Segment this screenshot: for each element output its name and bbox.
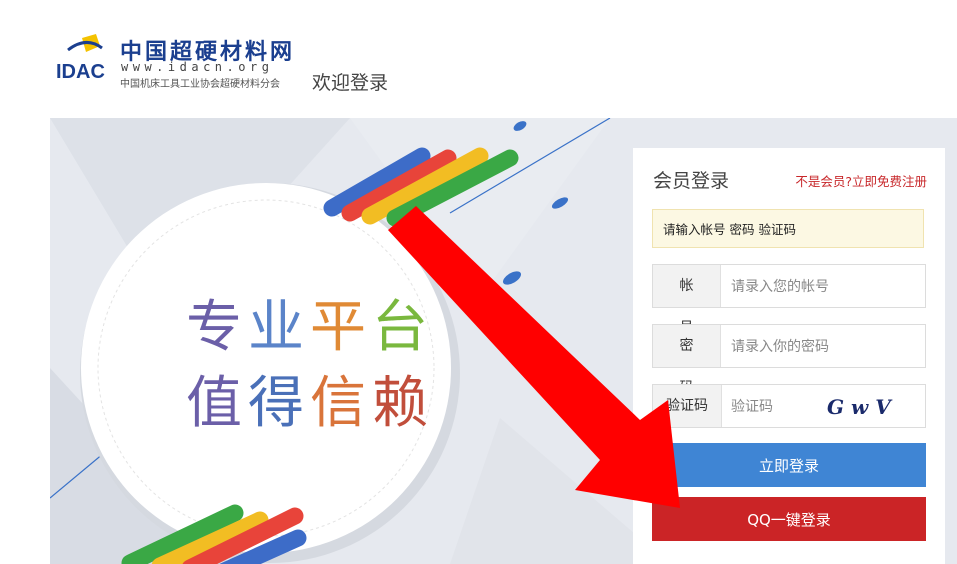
password-label: 密码: [653, 325, 721, 396]
register-link[interactable]: 不是会员?立即免费注册: [795, 171, 927, 190]
login-notice: 请输入帐号 密码 验证码: [652, 209, 924, 248]
slogan-char: 平: [310, 295, 372, 360]
qq-login-button[interactable]: QQ一键登录: [652, 497, 926, 541]
captcha-field: 验证码 G w V: [652, 384, 926, 429]
slogan-line-1: 专业平台: [186, 290, 434, 366]
slogan-char: 专: [186, 295, 248, 360]
captcha-input[interactable]: [723, 385, 819, 429]
idac-logo-icon[interactable]: IDAC: [56, 32, 112, 84]
welcome-text: 欢迎登录: [312, 72, 389, 94]
slogan: 专业平台 值得信赖: [186, 290, 434, 442]
captcha-image[interactable]: G w V: [819, 390, 919, 422]
slogan-char: 业: [248, 295, 310, 360]
login-button[interactable]: 立即登录: [652, 443, 926, 487]
organization-name: 中国机床工具工业协会超硬材料分会: [120, 79, 280, 90]
brand-url: www.idacn.org: [121, 60, 274, 74]
site-header: IDAC 中国超硬材料网 www.idacn.org 中国机床工具工业协会超硬材…: [0, 0, 957, 118]
slogan-char: 值: [186, 371, 248, 436]
password-input[interactable]: [723, 325, 929, 369]
slogan-char: 信: [310, 371, 372, 436]
slogan-line-2: 值得信赖: [186, 366, 434, 442]
account-field: 帐号: [652, 264, 929, 336]
slogan-char: 得: [248, 371, 310, 436]
slogan-char: 台: [372, 295, 434, 360]
captcha-text: G w V: [827, 395, 893, 419]
slogan-char: 赖: [372, 371, 434, 436]
password-field: 密码: [652, 324, 929, 396]
account-label: 帐号: [653, 265, 721, 336]
logo-text: IDAC: [56, 61, 105, 83]
login-title: 会员登录: [653, 170, 730, 192]
login-panel: 会员登录 不是会员?立即免费注册 请输入帐号 密码 验证码 帐号 密码 验证码 …: [633, 148, 945, 564]
account-input[interactable]: [723, 265, 929, 309]
captcha-label: 验证码: [653, 385, 722, 427]
